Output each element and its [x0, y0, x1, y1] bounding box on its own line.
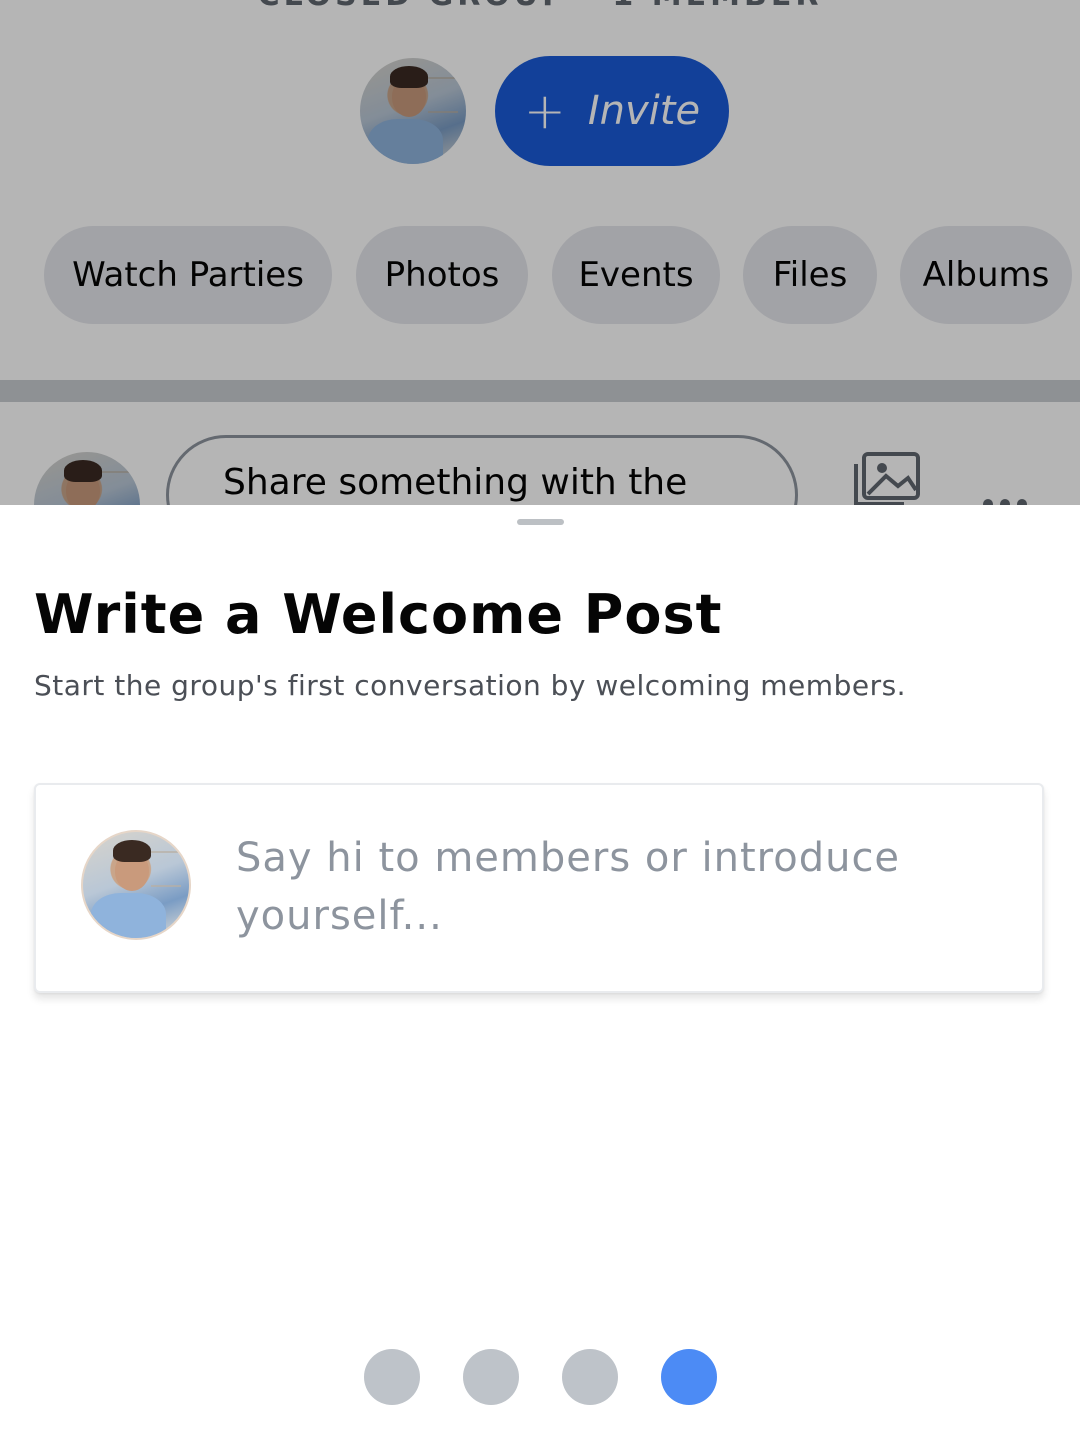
page-dot-2[interactable] — [463, 1349, 519, 1405]
welcome-post-input-card[interactable]: Say hi to members or introduce yourself.… — [34, 783, 1044, 993]
page-indicator — [0, 1349, 1080, 1405]
author-avatar — [81, 830, 191, 940]
screen: CLOSED GROUP · 1 MEMBER + Invite Watch P… — [0, 0, 1080, 1440]
page-dot-1[interactable] — [364, 1349, 420, 1405]
sheet-subtitle: Start the group's first conversation by … — [34, 669, 907, 702]
group-page-background: CLOSED GROUP · 1 MEMBER + Invite Watch P… — [0, 0, 1080, 505]
welcome-post-placeholder[interactable]: Say hi to members or introduce yourself.… — [236, 829, 956, 945]
welcome-post-sheet: Write a Welcome Post Start the group's f… — [0, 505, 1080, 1440]
sheet-title: Write a Welcome Post — [34, 583, 723, 646]
page-dot-3[interactable] — [562, 1349, 618, 1405]
dim-overlay[interactable] — [0, 0, 1080, 505]
sheet-drag-handle[interactable] — [517, 519, 564, 525]
page-dot-4-active[interactable] — [661, 1349, 717, 1405]
